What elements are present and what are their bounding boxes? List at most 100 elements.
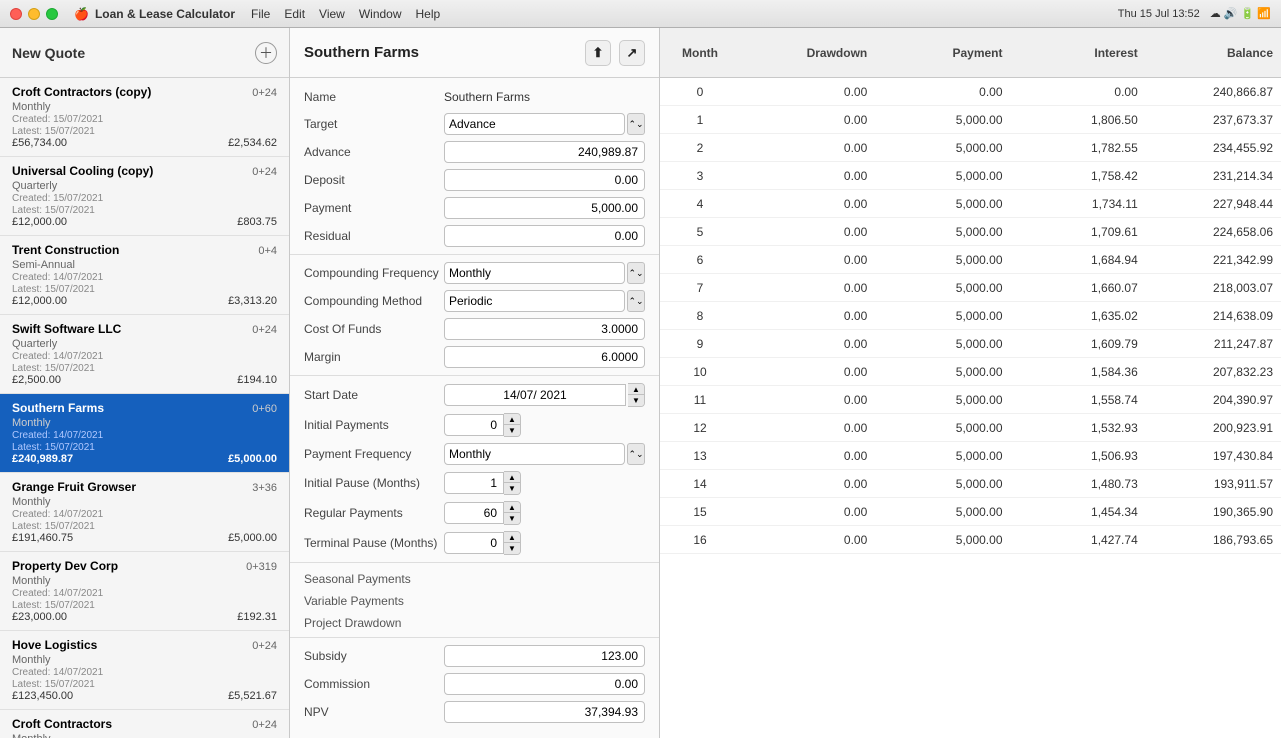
table-row[interactable]: 1 0.00 5,000.00 1,806.50 237,673.37 [660,106,1281,134]
menu-file[interactable]: File [251,7,270,21]
start-date-input[interactable] [444,384,626,406]
residual-value [444,225,645,247]
table-row[interactable]: 13 0.00 5,000.00 1,506.93 197,430.84 [660,442,1281,470]
commission-input[interactable] [444,673,645,695]
margin-input[interactable] [444,346,645,368]
cell-month: 9 [660,337,740,351]
menu-help[interactable]: Help [416,7,441,21]
npv-input[interactable] [444,701,645,723]
cell-interest: 1,427.74 [1011,533,1146,547]
table-row[interactable]: 15 0.00 5,000.00 1,454.34 190,365.90 [660,498,1281,526]
cell-drawdown: 0.00 [740,281,875,295]
quote-item[interactable]: Southern Farms 0+60 Monthly Created: 14/… [0,394,289,473]
quote-item[interactable]: Croft Contractors 0+24 Monthly Created: … [0,710,289,738]
date-down-btn[interactable]: ▼ [628,395,644,406]
table-row[interactable]: 8 0.00 5,000.00 1,635.02 214,638.09 [660,302,1281,330]
comp-method-select[interactable]: PeriodicNominalEffective [444,290,625,312]
quote-item[interactable]: Grange Fruit Growser 3+36 Monthly Create… [0,473,289,552]
quote-item[interactable]: Universal Cooling (copy) 0+24 Quarterly … [0,157,289,236]
regular-payments-up[interactable]: ▲ [504,502,520,513]
table-row[interactable]: 5 0.00 5,000.00 1,709.61 224,658.06 [660,218,1281,246]
initial-pause-up[interactable]: ▲ [504,472,520,483]
quote-amount: £240,989.87 [12,453,73,465]
cell-drawdown: 0.00 [740,253,875,267]
table-row[interactable]: 11 0.00 5,000.00 1,558.74 204,390.97 [660,386,1281,414]
terminal-pause-down[interactable]: ▼ [504,543,520,554]
quote-item[interactable]: Croft Contractors (copy) 0+24 Monthly Cr… [0,78,289,157]
export-icon[interactable]: ↗ [619,40,645,66]
comp-method-arrow[interactable]: ⌃⌄ [627,290,645,312]
table-row[interactable]: 7 0.00 5,000.00 1,660.07 218,003.07 [660,274,1281,302]
label-payment-freq: Payment Frequency [304,447,444,461]
label-residual: Residual [304,229,444,243]
main-content: Southern Farms ⬆ ↗ Name Southern Farms T… [290,28,1281,738]
seasonal-payments-label[interactable]: Seasonal Payments [290,567,659,589]
cell-balance: 186,793.65 [1146,533,1281,547]
target-select[interactable]: AdvancePaymentResidualRate [444,113,625,135]
initial-payments-input[interactable] [444,414,504,436]
regular-payments-down[interactable]: ▼ [504,513,520,524]
quote-item[interactable]: Property Dev Corp 0+319 Monthly Created:… [0,552,289,631]
project-drawdown-label[interactable]: Project Drawdown [290,611,659,633]
date-up-btn[interactable]: ▲ [628,384,644,395]
quote-counts: 0+24 [252,166,277,178]
maximize-button[interactable] [46,8,58,20]
cell-month: 1 [660,113,740,127]
add-quote-button[interactable]: ＋ [255,42,277,64]
table-row[interactable]: 12 0.00 5,000.00 1,532.93 200,923.91 [660,414,1281,442]
menu-edit[interactable]: Edit [284,7,305,21]
col-header-balance: Balance [1146,46,1281,60]
initial-payments-down[interactable]: ▼ [504,425,520,436]
cell-interest: 1,806.50 [1011,113,1146,127]
quote-created: Created: 14/07/2021 [12,667,277,678]
table-row[interactable]: 10 0.00 5,000.00 1,584.36 207,832.23 [660,358,1281,386]
quote-item[interactable]: Swift Software LLC 0+24 Quarterly Create… [0,315,289,394]
quote-name: Swift Software LLC [12,322,121,336]
initial-pause-input[interactable] [444,472,504,494]
cost-funds-input[interactable] [444,318,645,340]
col-header-drawdown: Drawdown [740,46,875,60]
cell-balance: 231,214.34 [1146,169,1281,183]
table-row[interactable]: 9 0.00 5,000.00 1,609.79 211,247.87 [660,330,1281,358]
payment-freq-select[interactable]: MonthlyQuarterlySemi-AnnualAnnual [444,443,625,465]
regular-payments-input[interactable] [444,502,504,524]
payment-input[interactable] [444,197,645,219]
quote-item[interactable]: Hove Logistics 0+24 Monthly Created: 14/… [0,631,289,710]
initial-pause-down[interactable]: ▼ [504,483,520,494]
table-row[interactable]: 14 0.00 5,000.00 1,480.73 193,911.57 [660,470,1281,498]
table-row[interactable]: 6 0.00 5,000.00 1,684.94 221,342.99 [660,246,1281,274]
subsidy-input[interactable] [444,645,645,667]
deposit-input[interactable] [444,169,645,191]
advance-input[interactable] [444,141,645,163]
minimize-button[interactable] [28,8,40,20]
cell-drawdown: 0.00 [740,85,875,99]
table-row[interactable]: 4 0.00 5,000.00 1,734.11 227,948.44 [660,190,1281,218]
cell-drawdown: 0.00 [740,365,875,379]
variable-payments-label[interactable]: Variable Payments [290,589,659,611]
share-icon[interactable]: ⬆ [585,40,611,66]
label-npv: NPV [304,705,444,719]
initial-payments-up[interactable]: ▲ [504,414,520,425]
table-row[interactable]: 3 0.00 5,000.00 1,758.42 231,214.34 [660,162,1281,190]
col-header-payment: Payment [875,46,1010,60]
payment-freq-arrow[interactable]: ⌃⌄ [627,443,645,465]
cell-payment: 5,000.00 [875,309,1010,323]
table-row[interactable]: 16 0.00 5,000.00 1,427.74 186,793.65 [660,526,1281,554]
comp-freq-arrow[interactable]: ⌃⌄ [627,262,645,284]
table-row[interactable]: 0 0.00 0.00 0.00 240,866.87 [660,78,1281,106]
comp-freq-select[interactable]: MonthlyQuarterlySemi-AnnualAnnual [444,262,625,284]
label-comp-freq: Compounding Frequency [304,266,444,280]
terminal-pause-up[interactable]: ▲ [504,532,520,543]
label-start-date: Start Date [304,388,444,402]
table-row[interactable]: 2 0.00 5,000.00 1,782.55 234,455.92 [660,134,1281,162]
close-button[interactable] [10,8,22,20]
menu-view[interactable]: View [319,7,345,21]
cell-interest: 1,758.42 [1011,169,1146,183]
residual-input[interactable] [444,225,645,247]
terminal-pause-input[interactable] [444,532,504,554]
quote-item[interactable]: Trent Construction 0+4 Semi-Annual Creat… [0,236,289,315]
target-select-arrow[interactable]: ⌃⌄ [627,113,645,135]
quote-frequency: Quarterly [12,338,57,350]
menu-window[interactable]: Window [359,7,402,21]
cell-balance: 218,003.07 [1146,281,1281,295]
